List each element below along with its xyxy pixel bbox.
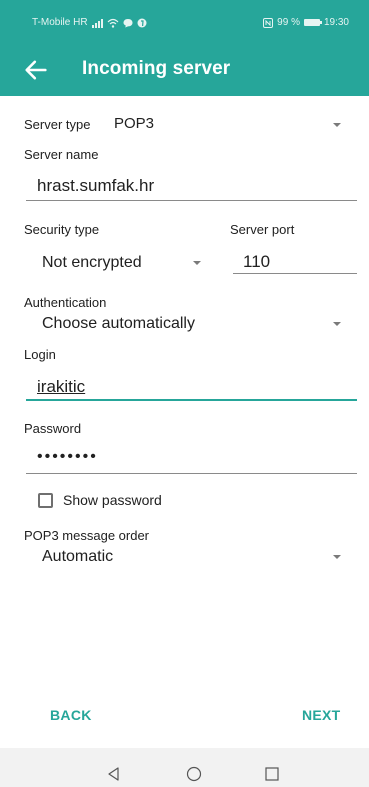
app-bar: Incoming server bbox=[0, 44, 369, 96]
nav-back-icon[interactable] bbox=[106, 766, 122, 782]
authentication-value: Choose automatically bbox=[42, 315, 195, 332]
back-button[interactable]: BACK bbox=[50, 707, 92, 723]
login-underline bbox=[26, 399, 357, 401]
server-port-label: Server port bbox=[230, 222, 295, 237]
nfc-icon bbox=[263, 17, 274, 28]
arrow-left-icon[interactable] bbox=[22, 56, 50, 84]
message-order-label: POP3 message order bbox=[24, 528, 150, 543]
status-bar: T-Mobile HR 99 % 19:30 bbox=[0, 0, 369, 44]
security-type-value: Not encrypted bbox=[42, 254, 142, 271]
next-button[interactable]: NEXT bbox=[302, 707, 341, 723]
server-name-input[interactable]: hrast.sumfak.hr bbox=[37, 176, 154, 196]
status-left: T-Mobile HR bbox=[32, 17, 147, 28]
server-type-label: Server type bbox=[24, 117, 91, 132]
authentication-select[interactable]: Choose automatically bbox=[24, 314, 344, 336]
password-underline bbox=[26, 473, 357, 474]
password-label: Password bbox=[24, 421, 82, 436]
show-password-checkbox-row[interactable]: Show password bbox=[38, 490, 162, 510]
chevron-down-icon bbox=[333, 322, 341, 326]
chevron-down-icon bbox=[333, 123, 341, 127]
server-name-underline bbox=[26, 200, 357, 201]
clock: 19:30 bbox=[323, 17, 349, 28]
password-input[interactable]: •••••••• bbox=[37, 448, 98, 466]
security-type-select[interactable]: Not encrypted bbox=[24, 252, 214, 274]
login-label: Login bbox=[24, 347, 56, 362]
messenger-icon bbox=[137, 18, 147, 27]
page-title: Incoming server bbox=[82, 58, 231, 79]
security-type-label: Security type bbox=[24, 222, 100, 237]
server-type-row[interactable]: Server type POP3 bbox=[24, 115, 344, 137]
login-input[interactable]: irakitic bbox=[37, 377, 85, 397]
show-password-checkbox[interactable] bbox=[38, 492, 53, 508]
nav-recents-icon[interactable] bbox=[264, 766, 280, 782]
battery-percent: 99 % bbox=[277, 17, 300, 28]
carrier-name: T-Mobile HR bbox=[32, 17, 88, 28]
navigation-bar bbox=[0, 748, 369, 787]
nav-home-icon[interactable] bbox=[186, 766, 202, 782]
server-type-value: POP3 bbox=[114, 115, 155, 132]
chevron-down-icon bbox=[333, 555, 341, 559]
signal-icon bbox=[91, 18, 103, 28]
server-name-label: Server name bbox=[24, 147, 99, 162]
wifi-icon bbox=[107, 18, 119, 28]
authentication-label: Authentication bbox=[24, 295, 107, 310]
battery-icon bbox=[303, 19, 322, 26]
chat-icon bbox=[123, 18, 133, 27]
show-password-label: Show password bbox=[63, 492, 162, 508]
message-order-value: Automatic bbox=[42, 548, 114, 565]
server-port-input[interactable]: 110 bbox=[243, 252, 270, 272]
message-order-select[interactable]: Automatic bbox=[24, 546, 344, 568]
server-port-underline bbox=[233, 273, 357, 274]
status-right: 99 % 19:30 bbox=[263, 17, 349, 28]
chevron-down-icon bbox=[193, 261, 201, 265]
